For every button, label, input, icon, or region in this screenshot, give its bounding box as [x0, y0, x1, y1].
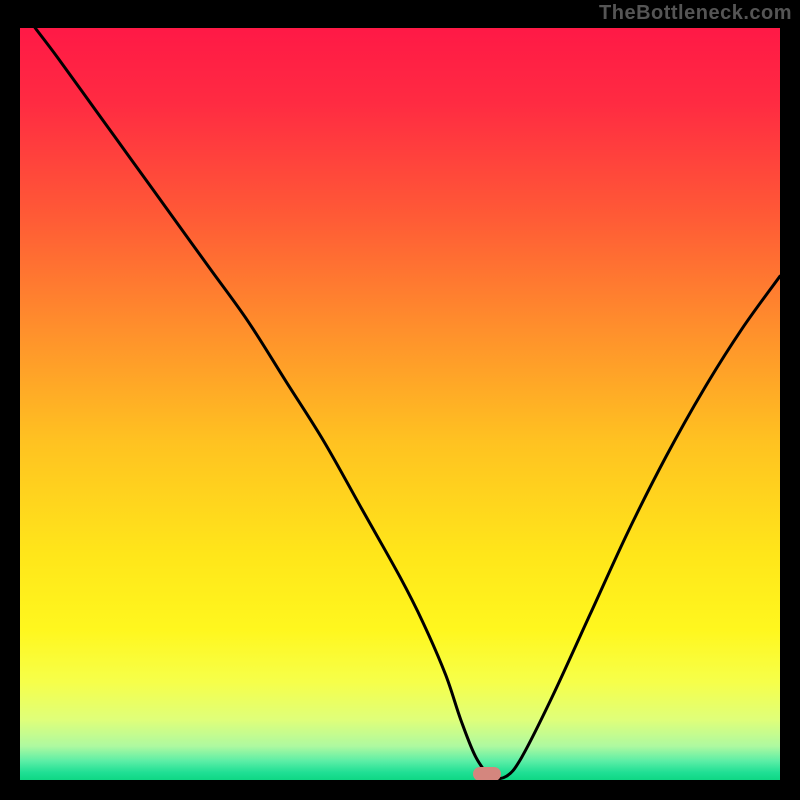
optimal-marker [473, 767, 501, 780]
bottleneck-curve [35, 28, 780, 779]
curve-layer [20, 28, 780, 780]
watermark-text: TheBottleneck.com [599, 2, 792, 25]
plot-frame [20, 28, 780, 780]
chart-stage: TheBottleneck.com [0, 0, 800, 800]
